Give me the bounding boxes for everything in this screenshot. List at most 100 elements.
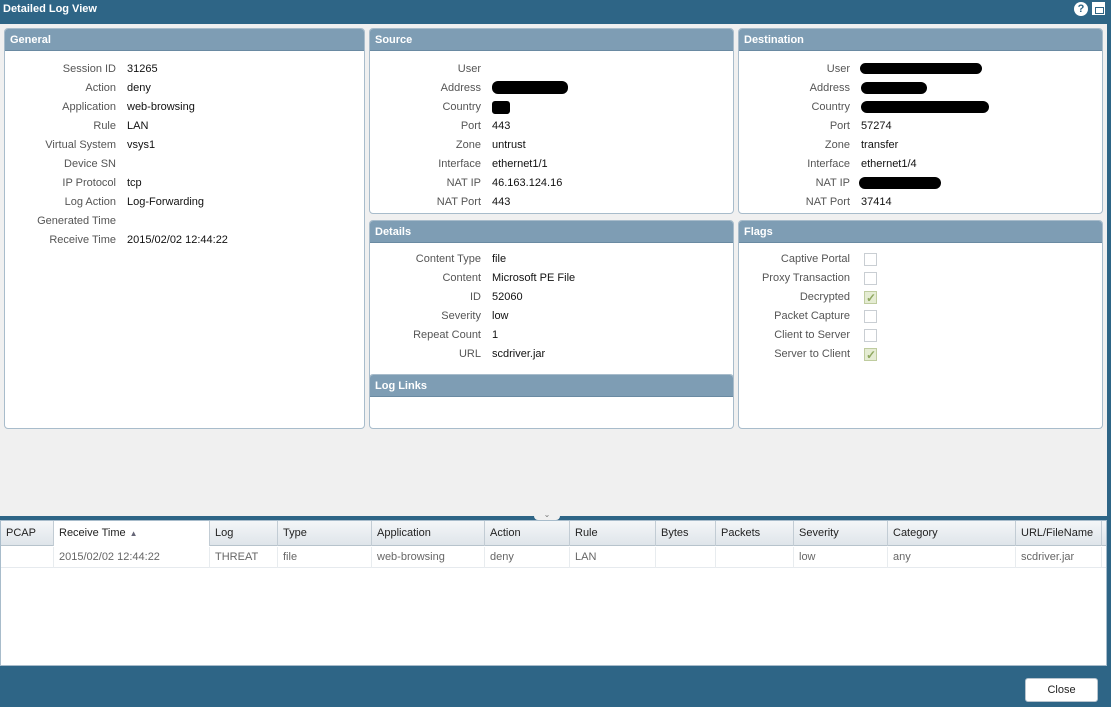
column-label: Severity bbox=[799, 527, 839, 539]
cell-type: file bbox=[278, 547, 372, 568]
flag-label: Client to Server bbox=[774, 329, 850, 341]
details-panel-title: Details bbox=[370, 221, 733, 243]
decrypted-checkbox[interactable] bbox=[864, 289, 877, 307]
column-header-packets[interactable]: Packets bbox=[716, 521, 794, 546]
column-header-rule[interactable]: Rule bbox=[570, 521, 656, 546]
redaction-mark bbox=[861, 82, 927, 94]
source-row-user: User bbox=[370, 60, 733, 78]
general-panel-title: General bbox=[5, 29, 364, 51]
column-header-bytes[interactable]: Bytes bbox=[656, 521, 716, 546]
cell-rule: LAN bbox=[570, 547, 656, 568]
table-header: PCAP Receive Time ▲ Log Type Application … bbox=[1, 521, 1106, 546]
column-header-type[interactable]: Type bbox=[278, 521, 372, 546]
field-label: User bbox=[457, 63, 481, 75]
field-label: Interface bbox=[807, 158, 850, 170]
flag-label: Proxy Transaction bbox=[761, 272, 850, 284]
field-value: ethernet1/4 bbox=[861, 158, 917, 170]
field-label: Content bbox=[442, 272, 481, 284]
server-to-client-checkbox[interactable] bbox=[864, 346, 877, 364]
field-label: Address bbox=[809, 82, 850, 94]
source-row-port: Port 443 bbox=[370, 117, 733, 135]
field-value: Microsoft PE File bbox=[492, 272, 576, 284]
column-label: Rule bbox=[575, 527, 598, 539]
destination-row-nat-ip: NAT IP bbox=[739, 174, 1102, 192]
flag-row-decrypted: Decrypted bbox=[739, 288, 1102, 307]
help-icon[interactable]: ? bbox=[1074, 2, 1088, 16]
field-value: low bbox=[492, 310, 509, 322]
destination-row-nat-port: NAT Port 37414 bbox=[739, 193, 1102, 211]
cell-packets bbox=[716, 547, 794, 568]
column-header-pcap[interactable]: PCAP bbox=[1, 521, 54, 546]
splitter-grip-icon[interactable]: ⌄ bbox=[534, 511, 560, 520]
column-header-url-filename[interactable]: URL/FileName bbox=[1016, 521, 1102, 546]
field-value: 2015/02/02 12:44:22 bbox=[127, 234, 228, 246]
cell-action: deny bbox=[485, 547, 570, 568]
related-logs-table: PCAP Receive Time ▲ Log Type Application … bbox=[0, 520, 1107, 666]
log-links-panel: Log Links bbox=[369, 374, 734, 429]
column-header-application[interactable]: Application bbox=[372, 521, 485, 546]
log-links-panel-title: Log Links bbox=[370, 375, 733, 397]
table-row[interactable]: 2015/02/02 12:44:22 THREAT file web-brow… bbox=[1, 547, 1106, 568]
field-label: NAT IP bbox=[815, 177, 850, 189]
close-button[interactable]: Close bbox=[1025, 678, 1098, 702]
field-value: 37414 bbox=[861, 196, 892, 208]
field-value: 31265 bbox=[127, 63, 158, 75]
column-label: Application bbox=[377, 527, 431, 539]
destination-row-user: User bbox=[739, 60, 1102, 78]
general-row-generated-time: Generated Time bbox=[5, 212, 364, 230]
flag-label: Server to Client bbox=[774, 348, 850, 360]
destination-row-country: Country bbox=[739, 98, 1102, 116]
column-header-log[interactable]: Log bbox=[210, 521, 278, 546]
field-label: Country bbox=[811, 101, 850, 113]
cell-severity: low bbox=[794, 547, 888, 568]
field-label: Session ID bbox=[62, 63, 116, 75]
field-label: Device SN bbox=[64, 158, 116, 170]
column-label: Bytes bbox=[661, 527, 689, 539]
column-header-severity[interactable]: Severity bbox=[794, 521, 888, 546]
flag-label: Captive Portal bbox=[780, 253, 850, 265]
maximize-icon[interactable] bbox=[1092, 2, 1105, 15]
details-row-content: Content Microsoft PE File bbox=[370, 269, 733, 287]
field-label: IP Protocol bbox=[62, 177, 116, 189]
flag-row-proxy-transaction: Proxy Transaction bbox=[739, 269, 1102, 287]
field-value: 52060 bbox=[492, 291, 523, 303]
field-value: deny bbox=[127, 82, 151, 94]
details-row-content-type: Content Type file bbox=[370, 250, 733, 268]
column-label: Packets bbox=[721, 527, 761, 539]
source-row-address: Address bbox=[370, 79, 733, 97]
field-value: file bbox=[492, 253, 507, 265]
log-detail-content: General Session ID 31265 Action deny Appli… bbox=[0, 24, 1107, 516]
field-value: 46.163.124.16 bbox=[492, 177, 563, 189]
cell-application: web-browsing bbox=[372, 547, 485, 568]
field-label: Application bbox=[62, 101, 116, 113]
field-label: URL bbox=[458, 348, 481, 360]
field-label: Receive Time bbox=[49, 234, 116, 246]
field-label: Zone bbox=[824, 139, 850, 151]
destination-row-port: Port 57274 bbox=[739, 117, 1102, 135]
redaction-mark bbox=[492, 101, 510, 114]
source-panel-title: Source bbox=[370, 29, 733, 51]
field-label: Port bbox=[829, 120, 850, 132]
field-label: Interface bbox=[438, 158, 481, 170]
redaction-mark bbox=[861, 101, 989, 113]
source-panel: Source User Address Country Port 443 Zone… bbox=[369, 28, 734, 214]
sort-ascending-icon: ▲ bbox=[129, 529, 138, 538]
field-label: Log Action bbox=[64, 196, 116, 208]
column-label: Receive Time bbox=[59, 527, 126, 539]
field-label: Port bbox=[460, 120, 481, 132]
field-label: Address bbox=[440, 82, 481, 94]
redaction-mark bbox=[860, 63, 982, 74]
proxy-transaction-checkbox[interactable] bbox=[864, 272, 877, 285]
flags-panel: Flags Captive Portal Proxy Transaction D… bbox=[738, 220, 1103, 429]
cell-pcap[interactable] bbox=[1, 547, 54, 568]
column-header-receive-time[interactable]: Receive Time ▲ bbox=[54, 521, 210, 546]
packet-capture-checkbox[interactable] bbox=[864, 310, 877, 323]
captive-portal-checkbox[interactable] bbox=[864, 253, 877, 266]
flag-row-client-to-server: Client to Server bbox=[739, 326, 1102, 344]
column-header-category[interactable]: Category bbox=[888, 521, 1016, 546]
field-label: Repeat Count bbox=[413, 329, 481, 341]
column-label: URL/FileName bbox=[1021, 527, 1094, 539]
column-header-action[interactable]: Action bbox=[485, 521, 570, 546]
general-row-virtual-system: Virtual System vsys1 bbox=[5, 136, 364, 154]
client-to-server-checkbox[interactable] bbox=[864, 329, 877, 342]
